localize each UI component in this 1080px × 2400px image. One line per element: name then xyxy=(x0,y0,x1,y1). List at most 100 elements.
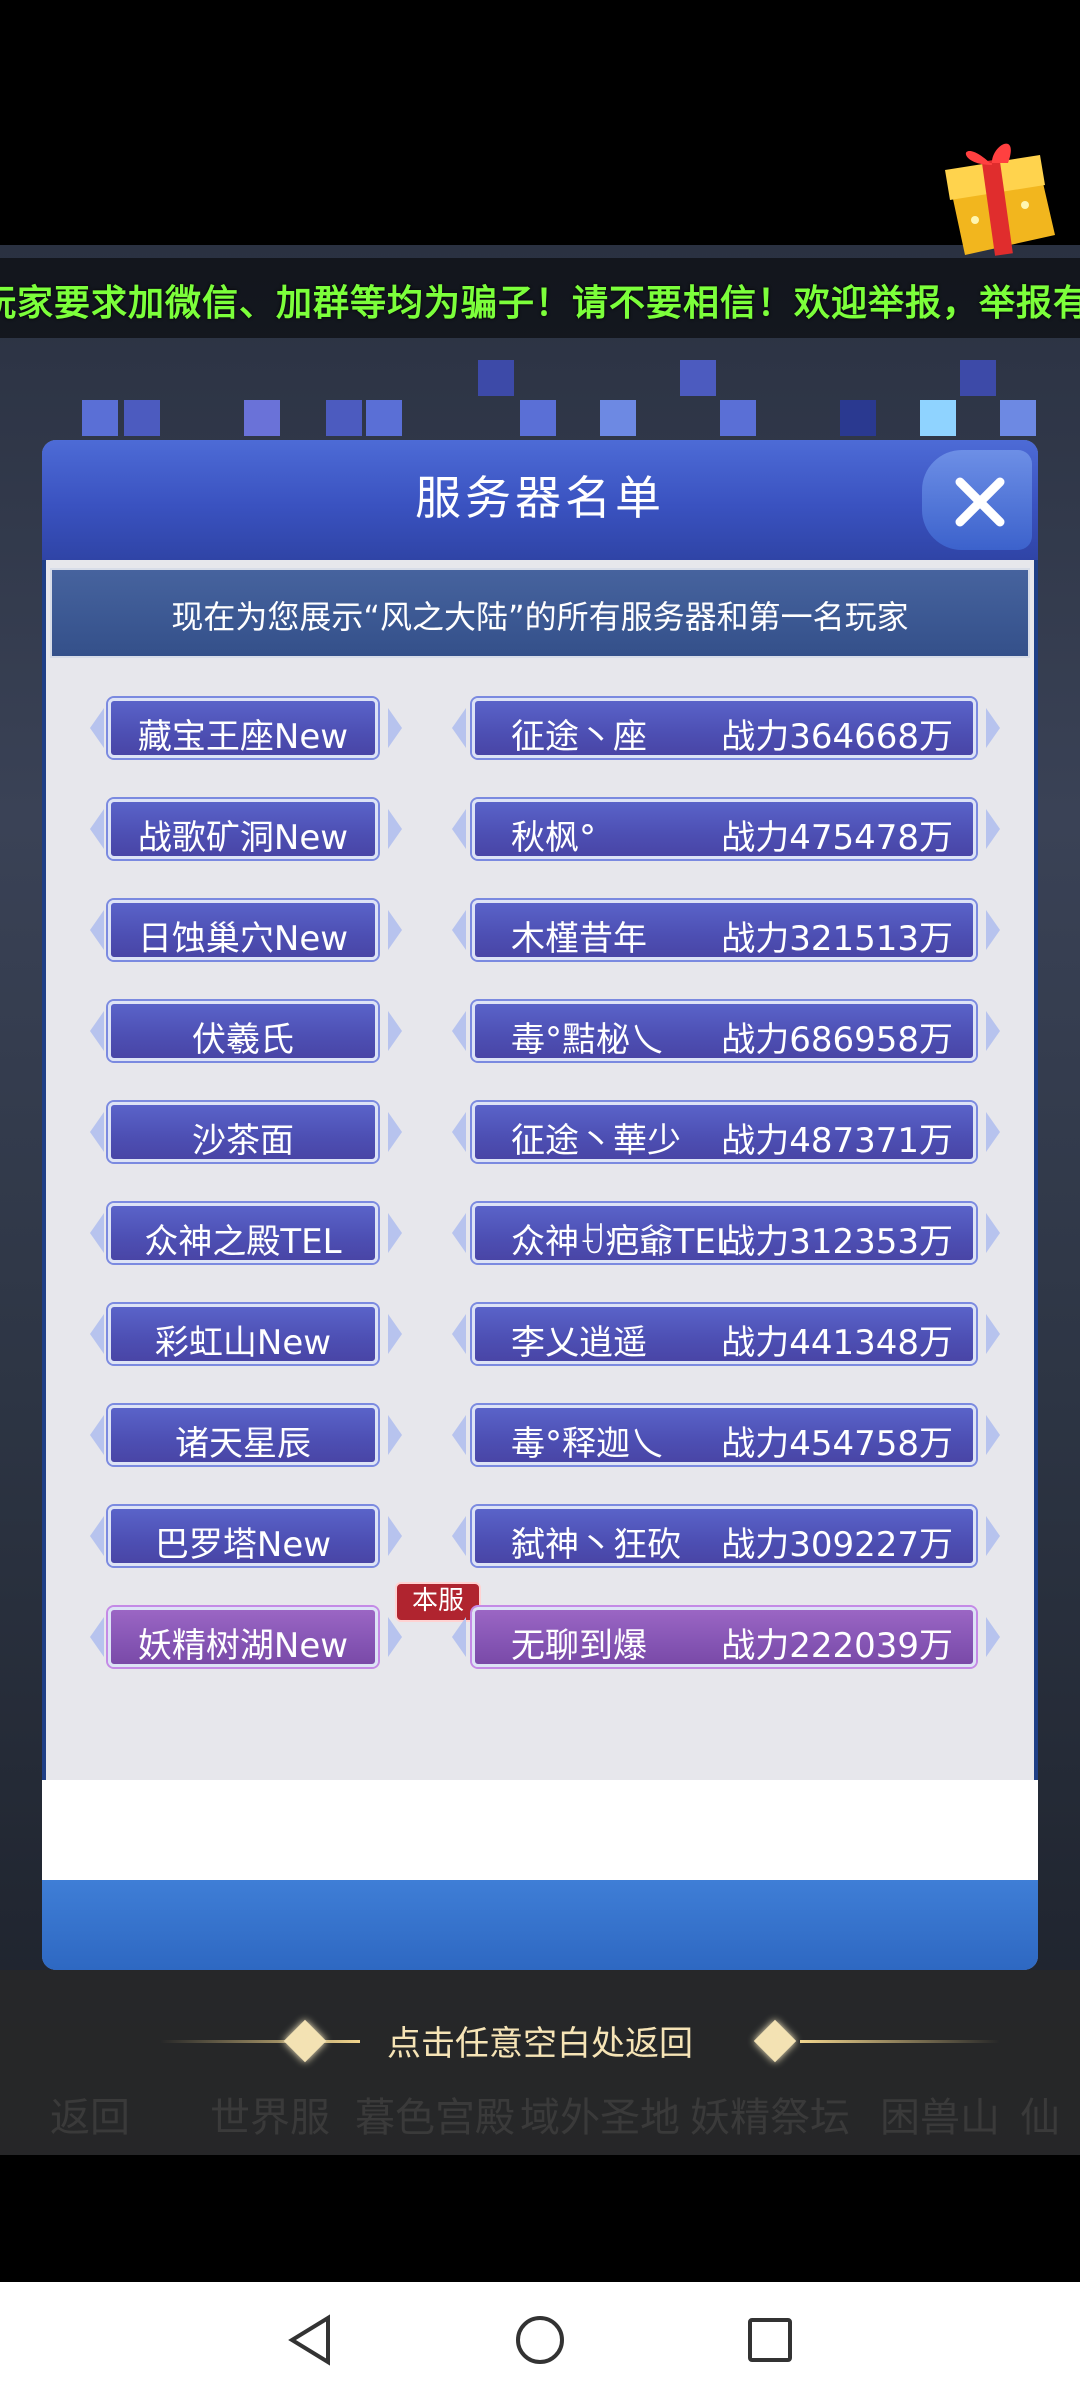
nav-beast-mountain[interactable]: 困兽山 xyxy=(860,2085,1020,2143)
arrow-right-icon xyxy=(986,809,1000,849)
arrow-left-icon xyxy=(452,1516,466,1556)
top-player-power: 战力309227万 xyxy=(721,1525,953,1565)
server-name-pill[interactable]: 妖精树湖New 本服 xyxy=(108,1582,481,1667)
top-player-name: 木槿昔年 xyxy=(511,919,647,959)
server-name-pill[interactable]: 巴罗塔New xyxy=(108,1506,378,1566)
nav-world-server[interactable]: 世界服 xyxy=(190,2085,350,2143)
top-player-pill[interactable]: 秋枫° 战力475478万 xyxy=(472,799,976,859)
arrow-left-icon xyxy=(452,1213,466,1253)
nav-outer-holy-land[interactable]: 域外圣地 xyxy=(520,2085,680,2143)
home-icon[interactable] xyxy=(510,2310,570,2370)
arrow-right-icon xyxy=(986,1415,1000,1455)
server-row[interactable]: 藏宝王座New 征途丶座 战力364668万 xyxy=(42,698,1038,768)
top-player-power: 战力312353万 xyxy=(721,1222,953,1262)
back-icon[interactable] xyxy=(280,2310,340,2370)
arrow-right-icon xyxy=(388,1213,402,1253)
server-row[interactable]: 彩虹山New 李乂逍遥 战力441348万 xyxy=(42,1304,1038,1374)
arrow-left-icon xyxy=(90,1516,104,1556)
arrow-right-icon xyxy=(388,910,402,950)
arrow-right-icon xyxy=(986,1213,1000,1253)
arrow-left-icon xyxy=(452,1617,466,1657)
nav-twilight-palace[interactable]: 暮色宫殿 xyxy=(355,2085,515,2143)
arrow-right-icon xyxy=(388,809,402,849)
server-name-pill[interactable]: 战歌矿洞New xyxy=(108,799,378,859)
arrow-left-icon xyxy=(452,809,466,849)
top-player-power: 战力222039万 xyxy=(721,1626,953,1666)
server-name-pill[interactable]: 彩虹山New xyxy=(108,1304,378,1364)
top-player-pill[interactable]: 毒°释迦乀 战力454758万 xyxy=(472,1405,976,1465)
nav-back[interactable]: 返回 xyxy=(10,2085,170,2143)
arrow-left-icon xyxy=(90,1011,104,1051)
top-player-pill[interactable]: 众神ꀀ疤爺TEL 战力312353万 xyxy=(472,1203,976,1263)
arrow-right-icon xyxy=(986,910,1000,950)
top-player-power: 战力686958万 xyxy=(721,1020,953,1060)
server-name-pill[interactable]: 伏羲氏 xyxy=(108,1001,378,1061)
server-name-pill[interactable]: 日蚀巢穴New xyxy=(108,900,378,960)
arrow-right-icon xyxy=(388,1617,402,1657)
arrow-right-icon xyxy=(986,1617,1000,1657)
close-button[interactable] xyxy=(922,450,1032,550)
arrow-left-icon xyxy=(90,1314,104,1354)
top-player-pill[interactable]: 征途丶座 战力364668万 xyxy=(472,698,976,758)
server-row[interactable]: 战歌矿洞New 秋枫° 战力475478万 xyxy=(42,799,1038,869)
arrow-right-icon xyxy=(986,1011,1000,1051)
server-name: 战歌矿洞New xyxy=(137,818,349,858)
arrow-left-icon xyxy=(90,809,104,849)
arrow-right-icon xyxy=(388,1112,402,1152)
gift-box-icon[interactable] xyxy=(930,125,1070,265)
server-row[interactable]: 众神之殿TEL 众神ꀀ疤爺TEL 战力312353万 xyxy=(42,1203,1038,1273)
server-name: 巴罗塔New xyxy=(154,1525,332,1565)
server-name-pill[interactable]: 沙茶面 xyxy=(108,1102,378,1162)
top-player-name: 秋枫° xyxy=(511,818,596,858)
arrow-right-icon xyxy=(388,1011,402,1051)
server-name: 沙茶面 xyxy=(192,1121,294,1161)
current-server-badge: 本服 xyxy=(395,1582,481,1622)
top-player-name: 征途丶華少 xyxy=(511,1121,681,1161)
top-player-pill[interactable]: 无聊到爆 战力222039万 xyxy=(472,1607,976,1667)
arrow-left-icon xyxy=(452,1011,466,1051)
dialog-title: 服务器名单 xyxy=(415,471,665,525)
nav-immortal[interactable]: 仙 xyxy=(1000,2085,1080,2143)
top-player-name: 弑神丶狂砍 xyxy=(511,1525,681,1565)
top-player-power: 战力321513万 xyxy=(721,919,953,959)
arrow-left-icon xyxy=(452,1112,466,1152)
server-name: 妖精树湖New xyxy=(137,1626,349,1666)
arrow-right-icon xyxy=(388,1516,402,1556)
ticker-text: 玩家要求加微信、加群等均为骗子！请不要相信！欢迎举报，举报有奖！ xyxy=(0,283,1080,324)
server-name: 彩虹山New xyxy=(154,1323,332,1363)
server-row[interactable]: 日蚀巢穴New 木槿昔年 战力321513万 xyxy=(42,900,1038,970)
arrow-left-icon xyxy=(90,1415,104,1455)
top-player-pill[interactable]: 毒°黠柲乀 战力686958万 xyxy=(472,1001,976,1061)
system-nav-bar xyxy=(0,2282,1080,2400)
arrow-right-icon xyxy=(986,1314,1000,1354)
dialog-header: 服务器名单 xyxy=(42,440,1038,560)
server-row[interactable]: 巴罗塔New 弑神丶狂砍 战力309227万 xyxy=(42,1506,1038,1576)
server-row[interactable]: 妖精树湖New 本服 无聊到爆 战力222039万 xyxy=(42,1582,1038,1677)
arrow-right-icon xyxy=(986,1516,1000,1556)
top-player-name: 毒°释迦乀 xyxy=(511,1424,664,1464)
top-player-pill[interactable]: 弑神丶狂砍 战力309227万 xyxy=(472,1506,976,1566)
arrow-left-icon xyxy=(90,1112,104,1152)
server-row[interactable]: 诸天星辰 毒°释迦乀 战力454758万 xyxy=(42,1405,1038,1475)
server-name-pill[interactable]: 众神之殿TEL xyxy=(108,1203,378,1263)
server-row[interactable]: 伏羲氏 毒°黠柲乀 战力686958万 xyxy=(42,1001,1038,1071)
close-icon xyxy=(955,477,1005,527)
top-player-pill[interactable]: 征途丶華少 战力487371万 xyxy=(472,1102,976,1162)
top-player-pill[interactable]: 李乂逍遥 战力441348万 xyxy=(472,1304,976,1364)
top-player-power: 战力364668万 xyxy=(721,717,953,757)
top-player-pill[interactable]: 木槿昔年 战力321513万 xyxy=(472,900,976,960)
server-name: 诸天星辰 xyxy=(175,1424,311,1464)
server-row[interactable]: 沙茶面 征途丶華少 战力487371万 xyxy=(42,1102,1038,1172)
top-player-name: 征途丶座 xyxy=(511,717,647,757)
server-name-pill[interactable]: 藏宝王座New xyxy=(108,698,378,758)
server-name-pill[interactable]: 诸天星辰 xyxy=(108,1405,378,1465)
arrow-right-icon xyxy=(986,1112,1000,1152)
nav-fairy-altar[interactable]: 妖精祭坛 xyxy=(690,2085,850,2143)
arrow-left-icon xyxy=(90,1617,104,1657)
top-player-name: 众神ꀀ疤爺TEL xyxy=(511,1222,735,1262)
recents-icon[interactable] xyxy=(740,2310,800,2370)
arrow-right-icon xyxy=(388,1314,402,1354)
top-player-power: 战力454758万 xyxy=(721,1424,953,1464)
arrow-left-icon xyxy=(90,708,104,748)
arrow-left-icon xyxy=(452,1415,466,1455)
